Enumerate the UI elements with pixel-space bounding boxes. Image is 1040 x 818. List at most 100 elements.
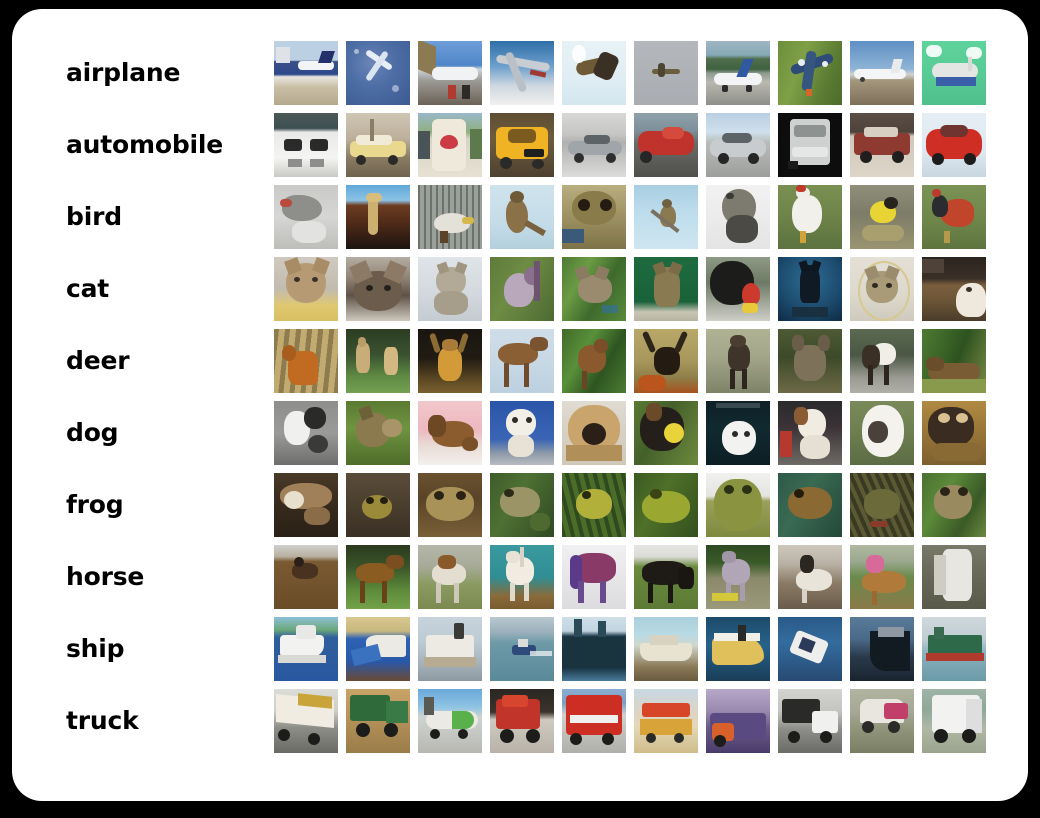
thumbnail: [922, 473, 986, 537]
screenshot-root: airplane automobile bird cat deer dog fr…: [0, 0, 1040, 818]
class-row: deer: [12, 325, 1028, 397]
row-thumbnails: [274, 541, 994, 613]
thumbnail: [562, 617, 626, 681]
row-label-ship: ship: [66, 634, 125, 663]
row-thumbnails: [274, 109, 994, 181]
thumbnail: [562, 185, 626, 249]
thumbnail: [850, 401, 914, 465]
thumbnail: [706, 41, 770, 105]
row-thumbnails: [274, 685, 994, 757]
thumbnail: [922, 185, 986, 249]
thumbnail: [634, 473, 698, 537]
thumbnail: [922, 401, 986, 465]
thumbnail: [490, 473, 554, 537]
thumbnail: [562, 41, 626, 105]
class-row: cat: [12, 253, 1028, 325]
thumbnail: [562, 257, 626, 321]
row-thumbnails: [274, 181, 994, 253]
thumbnail: [634, 257, 698, 321]
thumbnail: [274, 113, 338, 177]
thumbnail: [706, 329, 770, 393]
thumbnail: [922, 617, 986, 681]
thumbnail: [706, 689, 770, 753]
thumbnail: [490, 257, 554, 321]
thumbnail: [490, 617, 554, 681]
thumbnail: [778, 401, 842, 465]
thumbnail: [922, 41, 986, 105]
thumbnail: [634, 113, 698, 177]
thumbnail: [346, 401, 410, 465]
thumbnail: [274, 401, 338, 465]
thumbnail: [850, 329, 914, 393]
thumbnail: [634, 617, 698, 681]
thumbnail: [922, 329, 986, 393]
row-label-airplane: airplane: [66, 58, 181, 87]
thumbnail: [274, 41, 338, 105]
thumbnail: [922, 545, 986, 609]
row-label-automobile: automobile: [66, 130, 224, 159]
thumbnail: [490, 113, 554, 177]
thumbnail: [418, 329, 482, 393]
thumbnail: [706, 545, 770, 609]
thumbnail: [346, 545, 410, 609]
thumbnail: [274, 185, 338, 249]
thumbnail: [778, 329, 842, 393]
thumbnail: [850, 545, 914, 609]
class-row: horse: [12, 541, 1028, 613]
row-label-deer: deer: [66, 346, 130, 375]
thumbnail: [778, 113, 842, 177]
thumbnail: [418, 545, 482, 609]
thumbnail: [274, 617, 338, 681]
thumbnail: [418, 689, 482, 753]
class-row: dog: [12, 397, 1028, 469]
class-row: airplane: [12, 37, 1028, 109]
thumbnail: [778, 473, 842, 537]
thumbnail: [922, 257, 986, 321]
thumbnail: [346, 689, 410, 753]
row-thumbnails: [274, 325, 994, 397]
class-grid: airplane automobile bird cat deer dog fr…: [12, 9, 1028, 801]
class-row: bird: [12, 181, 1028, 253]
thumbnail: [706, 401, 770, 465]
thumbnail: [490, 545, 554, 609]
thumbnail: [346, 473, 410, 537]
thumbnail: [634, 401, 698, 465]
thumbnail: [850, 617, 914, 681]
thumbnail: [346, 329, 410, 393]
thumbnail: [706, 185, 770, 249]
thumbnail: [706, 473, 770, 537]
thumbnail: [490, 689, 554, 753]
thumbnail: [490, 185, 554, 249]
thumbnail: [778, 545, 842, 609]
thumbnail: [418, 401, 482, 465]
thumbnail: [562, 545, 626, 609]
row-thumbnails: [274, 397, 994, 469]
row-label-horse: horse: [66, 562, 145, 591]
thumbnail: [850, 113, 914, 177]
thumbnail: [562, 113, 626, 177]
thumbnail: [778, 617, 842, 681]
thumbnail: [490, 329, 554, 393]
thumbnail: [850, 41, 914, 105]
thumbnail: [634, 41, 698, 105]
row-label-bird: bird: [66, 202, 122, 231]
thumbnail: [418, 41, 482, 105]
thumbnail: [274, 257, 338, 321]
thumbnail: [346, 617, 410, 681]
thumbnail: [274, 473, 338, 537]
thumbnail: [562, 473, 626, 537]
thumbnail: [418, 257, 482, 321]
thumbnail: [562, 329, 626, 393]
thumbnail: [274, 689, 338, 753]
thumbnail: [418, 185, 482, 249]
thumbnail: [274, 329, 338, 393]
thumbnail: [922, 113, 986, 177]
thumbnail: [562, 689, 626, 753]
class-row: ship: [12, 613, 1028, 685]
thumbnail: [418, 617, 482, 681]
thumbnail: [634, 545, 698, 609]
class-row: automobile: [12, 109, 1028, 181]
thumbnail: [490, 401, 554, 465]
thumbnail: [490, 41, 554, 105]
row-label-frog: frog: [66, 490, 124, 519]
